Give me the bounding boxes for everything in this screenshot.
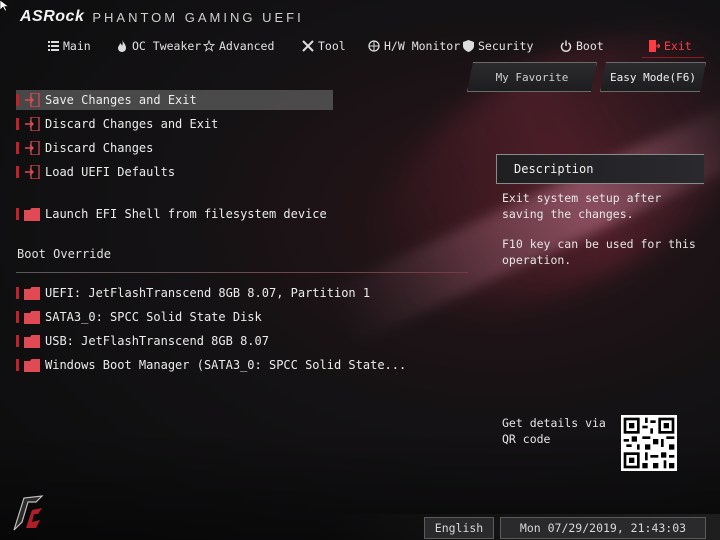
menu-item-launch-efi-shell[interactable]: Launch EFI Shell from filesystem device: [16, 204, 327, 224]
boot-override-heading: Boot Override: [17, 247, 111, 261]
list-icon: [47, 40, 59, 52]
menu-item-save-changes-and-exit[interactable]: Save Changes and Exit: [16, 90, 333, 110]
boot-override-item-usb-jetflash[interactable]: USB: JetFlashTranscend 8GB 8.07: [16, 331, 269, 351]
tools-icon: [302, 40, 314, 52]
exit-door-icon: [24, 93, 40, 107]
boot-item-label: Windows Boot Manager (SATA3_0: SPCC Soli…: [45, 358, 407, 372]
folder-icon: [24, 207, 40, 221]
qr-label: Get details via QR code: [502, 416, 606, 446]
tab-exit[interactable]: Exit: [642, 36, 704, 58]
exit-icon: [648, 40, 660, 52]
tab-boot[interactable]: Boot: [560, 36, 604, 56]
tab-hw-monitor[interactable]: H/W Monitor: [368, 36, 460, 56]
tab-security[interactable]: Security: [462, 36, 533, 56]
star-icon: [203, 40, 215, 52]
menu-item-load-uefi-defaults[interactable]: Load UEFI Defaults: [16, 162, 175, 182]
monitor-icon: [368, 40, 380, 52]
asrock-logo: ASRock: [20, 8, 85, 25]
mouse-cursor-icon: [0, 0, 10, 12]
qr-code-icon[interactable]: [621, 415, 677, 471]
flame-icon: [116, 40, 128, 52]
folder-icon: [24, 334, 40, 348]
tab-oc-tweaker[interactable]: OC Tweaker: [116, 36, 201, 56]
tab-label: Exit: [664, 39, 692, 53]
shield-icon: [462, 40, 474, 52]
menu-item-label: Save Changes and Exit: [45, 93, 197, 107]
tab-label: Security: [478, 39, 534, 53]
power-icon: [560, 40, 572, 52]
description-text: Exit system setup after saving the chang…: [502, 191, 662, 221]
item-marker: [16, 142, 19, 154]
datetime-display: Mon 07/29/2019, 21:43:03: [500, 517, 706, 539]
item-marker: [16, 311, 19, 323]
tab-label: Advanced: [219, 39, 275, 53]
tab-advanced[interactable]: Advanced: [203, 36, 274, 56]
description-header: Description: [496, 154, 704, 184]
menu-item-label: Discard Changes: [45, 141, 154, 155]
tab-label: H/W Monitor: [384, 39, 461, 53]
boot-override-item-uefi-jetflash[interactable]: UEFI: JetFlashTranscend 8GB 8.07, Partit…: [16, 283, 370, 303]
item-marker: [16, 287, 19, 299]
description-hint: F10 key can be used for this operation.: [502, 237, 696, 267]
boot-item-label: UEFI: JetFlashTranscend 8GB 8.07, Partit…: [45, 286, 371, 300]
menu-item-discard-changes-and-exit[interactable]: Discard Changes and Exit: [16, 114, 218, 134]
main-tab-bar: Main OC Tweaker Advanced Tool H/W Monito…: [0, 32, 720, 58]
exit-door-icon: [24, 165, 40, 179]
item-marker: [16, 335, 19, 347]
item-marker: [16, 118, 19, 130]
item-marker: [16, 208, 19, 220]
tab-label: Tool: [318, 39, 346, 53]
item-marker: [16, 359, 19, 371]
tab-label: Boot: [576, 39, 604, 53]
tab-main[interactable]: Main: [47, 36, 91, 56]
folder-icon: [24, 286, 40, 300]
folder-icon: [24, 310, 40, 324]
item-marker: [16, 94, 19, 106]
my-favorite-button[interactable]: My Favorite: [467, 62, 597, 92]
description-title: Description: [514, 162, 594, 176]
folder-icon: [24, 358, 40, 372]
section-divider: [16, 272, 468, 273]
boot-override-item-windows-boot-manager[interactable]: Windows Boot Manager (SATA3_0: SPCC Soli…: [16, 355, 406, 375]
brand-header: ASRock PHANTOM GAMING UEFI: [20, 6, 304, 28]
menu-item-label: Discard Changes and Exit: [45, 117, 219, 131]
tab-label: OC Tweaker: [132, 39, 202, 53]
brand-subtitle: PHANTOM GAMING UEFI: [92, 9, 304, 25]
tab-label: Main: [63, 39, 91, 53]
language-button[interactable]: English: [424, 517, 494, 539]
boot-override-item-sata3-0[interactable]: SATA3_0: SPCC Solid State Disk: [16, 307, 262, 327]
tab-tool[interactable]: Tool: [302, 36, 346, 56]
item-marker: [16, 166, 19, 178]
exit-door-icon: [24, 117, 40, 131]
phantom-gaming-logo: [13, 495, 44, 531]
boot-item-label: USB: JetFlashTranscend 8GB 8.07: [45, 334, 269, 348]
menu-item-label: Load UEFI Defaults: [45, 165, 176, 179]
boot-item-label: SATA3_0: SPCC Solid State Disk: [45, 310, 262, 324]
menu-item-discard-changes[interactable]: Discard Changes: [16, 138, 153, 158]
menu-item-label: Launch EFI Shell from filesystem device: [45, 207, 327, 221]
exit-door-icon: [24, 141, 40, 155]
easy-mode-button[interactable]: Easy Mode(F6): [600, 62, 706, 92]
